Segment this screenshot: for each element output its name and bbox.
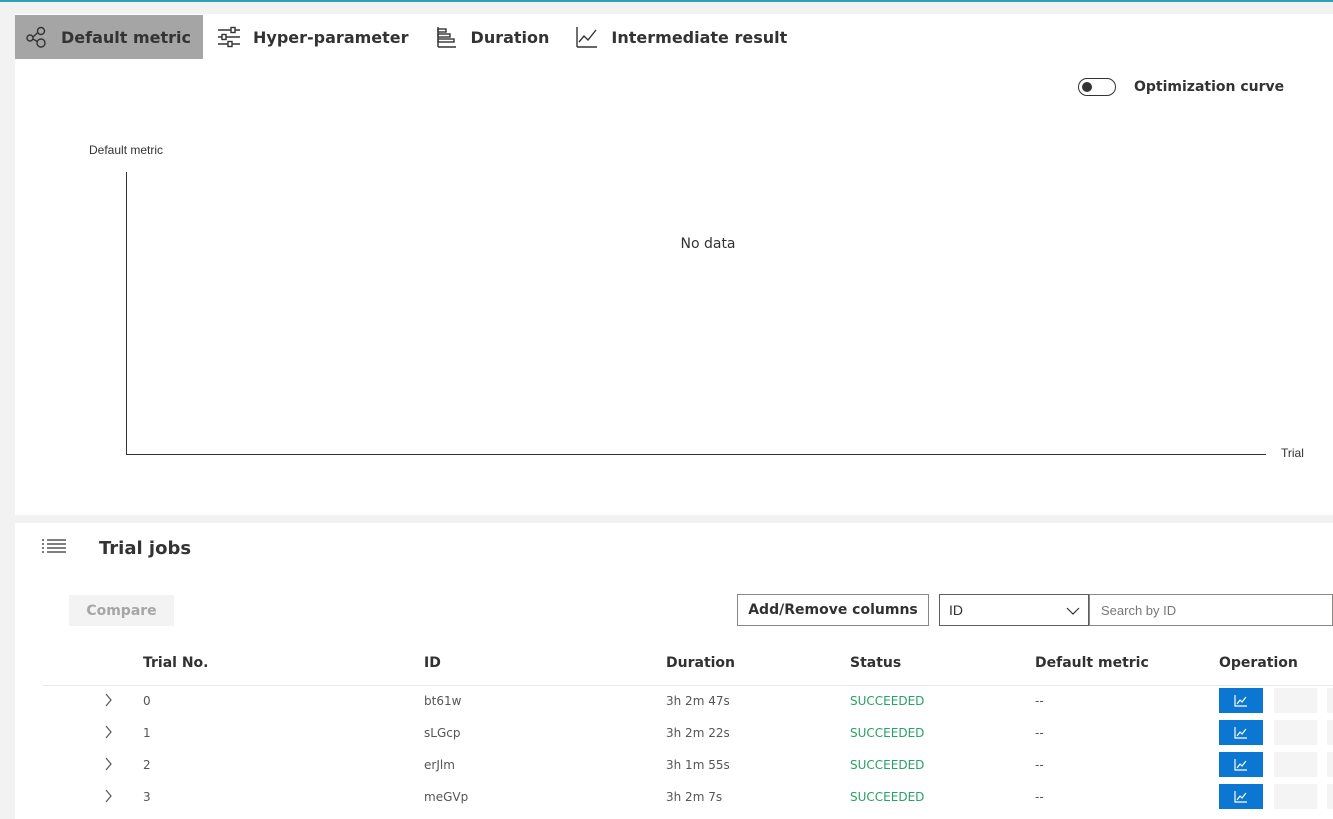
table-row[interactable]: 2 erJlm 3h 1m 55s SUCCEEDED -- [15, 750, 1333, 782]
column-header-status[interactable]: Status [850, 655, 901, 671]
chevron-right-icon[interactable] [103, 693, 113, 712]
view-intermediate-result-button[interactable] [1219, 752, 1263, 777]
disabled-operation-button [1327, 752, 1333, 777]
chart-x-axis-label: Trial [1281, 446, 1304, 460]
column-header-trial-no[interactable]: Trial No. [143, 655, 209, 671]
default-metric-chart: Default metric Trial No data [89, 143, 1304, 460]
line-chart-icon [1234, 726, 1247, 739]
trial-number: 3 [143, 790, 151, 804]
line-chart-icon [1234, 758, 1247, 771]
chart-y-axis-label: Default metric [89, 143, 163, 157]
trial-number: 2 [143, 758, 151, 772]
trial-status: SUCCEEDED [850, 790, 925, 804]
column-header-id[interactable]: ID [424, 655, 441, 671]
trial-status: SUCCEEDED [850, 726, 925, 740]
column-header-default-metric[interactable]: Default metric [1035, 655, 1149, 671]
view-intermediate-result-button[interactable] [1219, 720, 1263, 745]
trial-default-metric: -- [1035, 790, 1044, 804]
trial-duration: 3h 2m 47s [666, 694, 730, 708]
chevron-down-icon [1066, 604, 1080, 620]
table-row[interactable]: 0 bt61w 3h 2m 47s SUCCEEDED -- [15, 686, 1333, 718]
trial-number: 0 [143, 694, 151, 708]
trial-id: bt61w [424, 694, 462, 708]
trial-default-metric: -- [1035, 694, 1044, 708]
disabled-operation-button [1327, 720, 1333, 745]
trial-status: SUCCEEDED [850, 694, 925, 708]
disabled-operation-button [1274, 784, 1317, 809]
chart-empty-message: No data [680, 236, 735, 252]
line-chart-icon [1234, 790, 1247, 803]
column-header-operation: Operation [1219, 655, 1298, 671]
trial-jobs-panel: Trial jobs Compare Add/Remove columns ID… [15, 523, 1333, 819]
metric-chart-panel: Default metric Hyper-parameter Duration [15, 14, 1333, 515]
top-accent-line [0, 0, 1333, 2]
trial-id: sLGcp [424, 726, 461, 740]
table-row[interactable]: 1 sLGcp 3h 2m 22s SUCCEEDED -- [15, 718, 1333, 750]
search-field-selected-value: ID [949, 602, 963, 618]
disabled-operation-button [1274, 688, 1317, 713]
trial-default-metric: -- [1035, 758, 1044, 772]
disabled-operation-button [1274, 720, 1317, 745]
disabled-operation-button [1327, 784, 1333, 809]
trial-id: erJlm [424, 758, 455, 772]
search-field-select[interactable]: ID [939, 594, 1089, 626]
chevron-right-icon[interactable] [103, 789, 113, 808]
trial-duration: 3h 2m 7s [666, 790, 723, 804]
disabled-operation-button [1327, 688, 1333, 713]
compare-button[interactable]: Compare [69, 595, 174, 626]
trial-jobs-title: Trial jobs [99, 538, 192, 559]
view-intermediate-result-button[interactable] [1219, 784, 1263, 809]
trial-default-metric: -- [1035, 726, 1044, 740]
add-remove-columns-button[interactable]: Add/Remove columns [737, 594, 929, 626]
search-input[interactable] [1089, 594, 1333, 626]
chevron-right-icon[interactable] [103, 725, 113, 744]
chevron-right-icon[interactable] [103, 757, 113, 776]
disabled-operation-button [1274, 752, 1317, 777]
view-intermediate-result-button[interactable] [1219, 688, 1263, 713]
trial-duration: 3h 2m 22s [666, 726, 730, 740]
list-icon [41, 537, 67, 562]
trial-id: meGVp [424, 790, 469, 804]
table-row[interactable]: 3 meGVp 3h 2m 7s SUCCEEDED -- [15, 782, 1333, 814]
line-chart-icon [1234, 694, 1247, 707]
column-header-duration[interactable]: Duration [666, 655, 735, 671]
trial-number: 1 [143, 726, 151, 740]
trial-duration: 3h 1m 55s [666, 758, 730, 772]
trial-status: SUCCEEDED [850, 758, 925, 772]
